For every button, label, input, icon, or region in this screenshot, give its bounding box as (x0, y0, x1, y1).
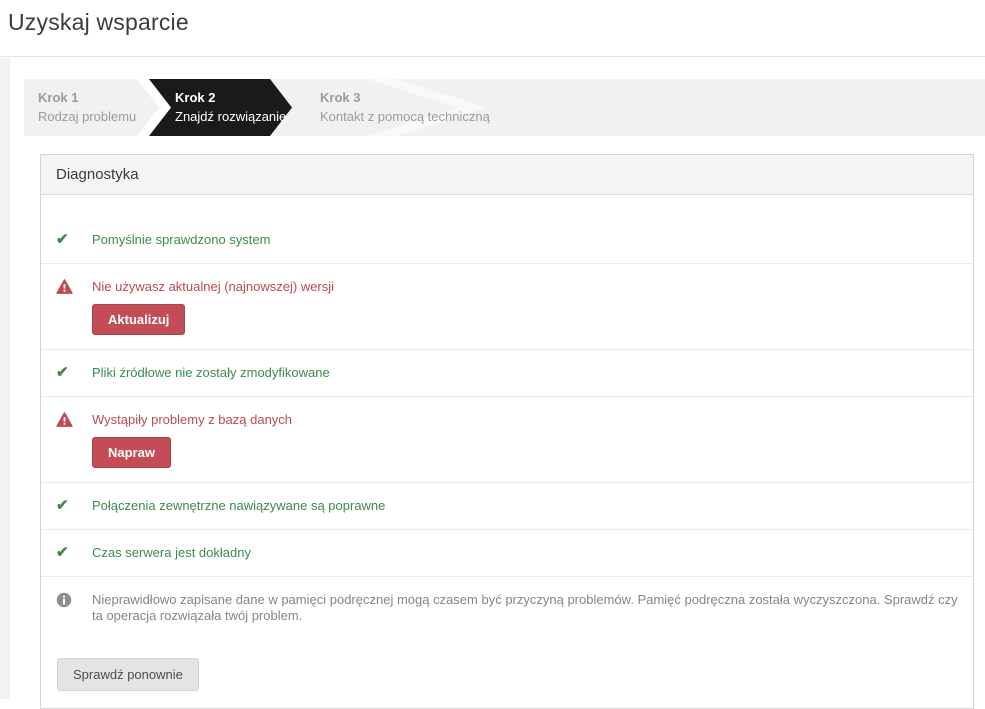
step-label: Krok 3 (320, 90, 361, 105)
diagnostic-text: Czas serwera jest dokładny (92, 545, 251, 560)
diagnostic-text: Połączenia zewnętrzne nawiązywane są pop… (92, 498, 386, 513)
diagnostic-item-system-check: ✔ Pomyślnie sprawdzono system (41, 217, 973, 264)
update-button[interactable]: Aktualizuj (92, 304, 186, 335)
diagnostic-text: Wystąpiły problemy z bazą danych (92, 412, 293, 427)
check-again-button[interactable]: Sprawdź ponownie (57, 658, 199, 691)
repair-button[interactable]: Napraw (92, 437, 171, 468)
check-icon: ✔ (56, 497, 69, 514)
step-label: Krok 1 (38, 90, 79, 105)
step-2-znajdz-rozwiazanie[interactable]: Krok 2 Znajdź rozwiązanie (175, 90, 286, 124)
step-wizard: Krok 1 Rodzaj problemu Krok 2 Znajdź roz… (24, 79, 985, 136)
diagnostics-list: ✔ Pomyślnie sprawdzono system Nie używas… (41, 195, 973, 638)
step-label: Krok 2 (175, 90, 216, 105)
left-gutter (0, 58, 10, 699)
diagnostic-text: Pliki źródłowe nie zostały zmodyfikowane (92, 365, 330, 380)
step-sublabel: Kontakt z pomocą techniczną (320, 109, 490, 124)
diagnostic-item-cache-info: Nieprawidłowo zapisane dane w pamięci po… (41, 577, 973, 638)
panel-title: Diagnostyka (41, 155, 973, 195)
diagnostic-item-server-time: ✔ Czas serwera jest dokładny (41, 530, 973, 577)
diagnostic-text: Pomyślnie sprawdzono system (92, 232, 271, 247)
step-1-rodzaj-problemu[interactable]: Krok 1 Rodzaj problemu (38, 90, 136, 124)
diagnostic-text: Nie używasz aktualnej (najnowszej) wersj… (92, 279, 335, 294)
step-sublabel: Rodzaj problemu (38, 109, 137, 124)
check-icon: ✔ (56, 231, 69, 248)
page-header: Uzyskaj wsparcie (0, 0, 985, 57)
page-title: Uzyskaj wsparcie (8, 9, 189, 35)
warning-icon (56, 412, 73, 427)
diagnostic-item-database: Wystąpiły problemy z bazą danych Napraw (41, 397, 973, 483)
warning-icon (56, 279, 73, 294)
diagnostic-item-outdated-version: Nie używasz aktualnej (najnowszej) wersj… (41, 264, 973, 350)
diagnostic-item-source-files: ✔ Pliki źródłowe nie zostały zmodyfikowa… (41, 350, 973, 397)
check-icon: ✔ (56, 364, 69, 381)
step-3-kontakt[interactable]: Krok 3 Kontakt z pomocą techniczną (320, 90, 490, 124)
step-sublabel: Znajdź rozwiązanie (175, 109, 287, 124)
check-icon: ✔ (56, 544, 69, 561)
diagnostic-text: Nieprawidłowo zapisane dane w pamięci po… (92, 592, 958, 623)
diagnostic-item-external-connections: ✔ Połączenia zewnętrzne nawiązywane są p… (41, 483, 973, 530)
info-icon (56, 592, 72, 608)
diagnostics-panel: Diagnostyka ✔ Pomyślnie sprawdzono syste… (40, 154, 974, 709)
main-content: Krok 1 Rodzaj problemu Krok 2 Znajdź roz… (24, 79, 985, 709)
